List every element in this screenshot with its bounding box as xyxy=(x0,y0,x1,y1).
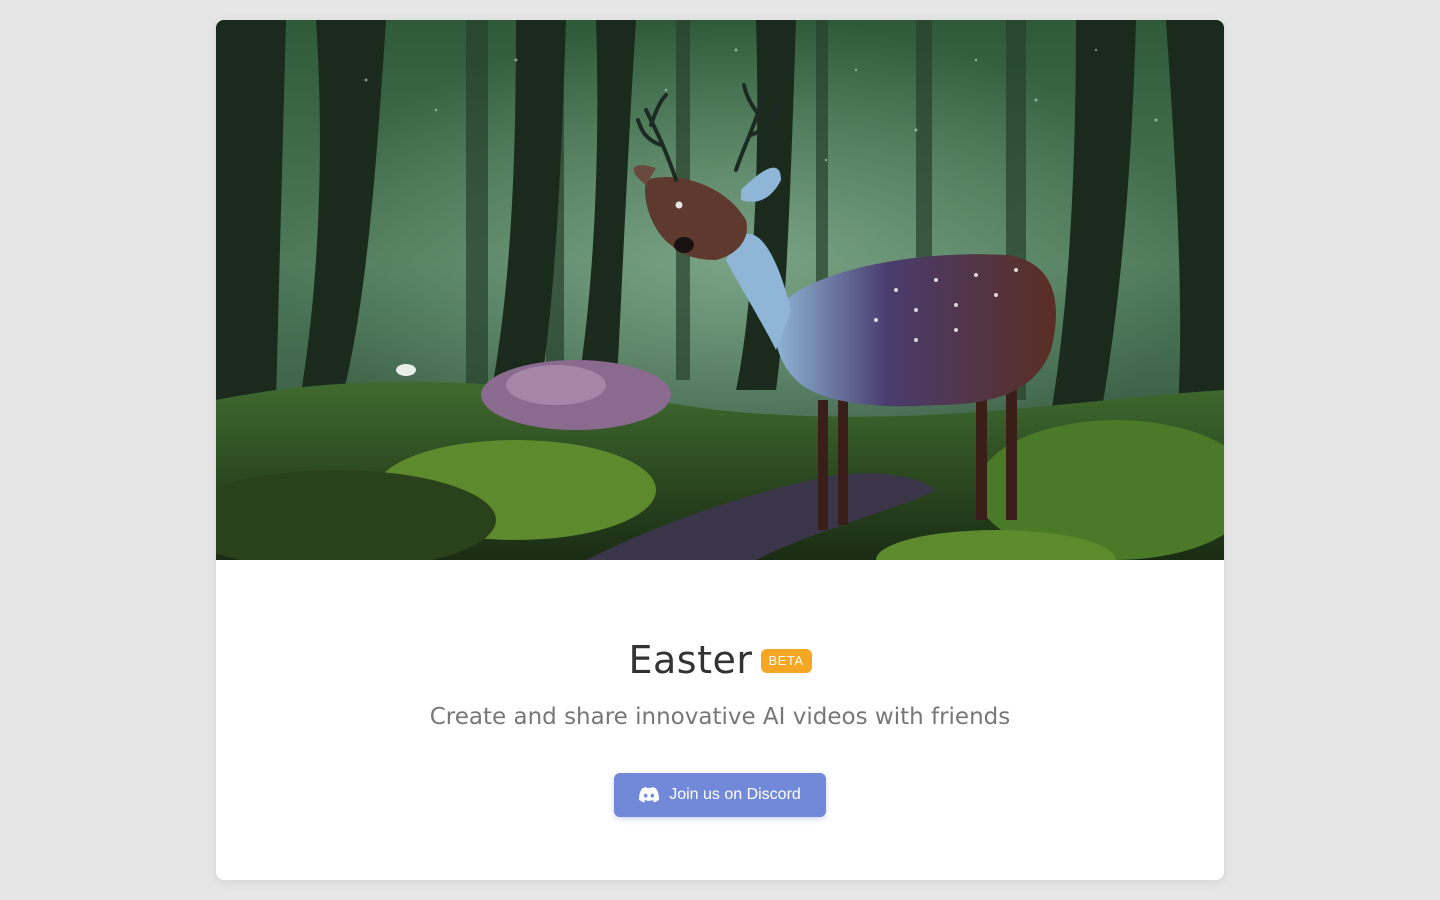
hero-image xyxy=(216,20,1224,560)
beta-badge: BETA xyxy=(760,649,812,673)
join-discord-label: Join us on Discord xyxy=(669,786,801,803)
title-row: Easter BETA xyxy=(216,638,1224,688)
tagline: Create and share innovative AI videos wi… xyxy=(429,704,1011,730)
forest-deer-illustration xyxy=(216,20,1224,560)
discord-icon xyxy=(639,787,660,803)
main-card: Easter BETA Create and share innovative A… xyxy=(216,20,1224,880)
app-title: Easter xyxy=(628,638,753,682)
join-discord-button[interactable]: Join us on Discord xyxy=(614,773,826,817)
